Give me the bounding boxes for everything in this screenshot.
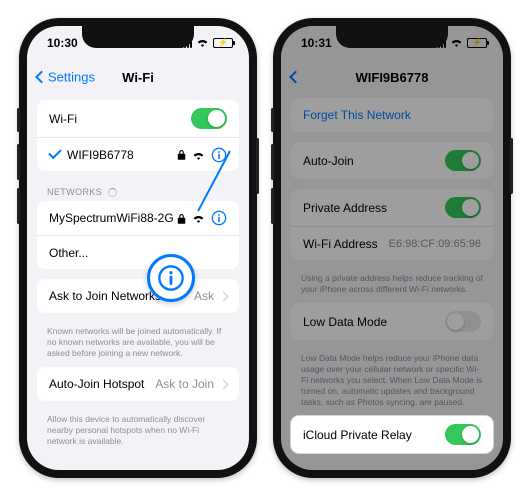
low-data-mode-toggle[interactable]: [445, 311, 481, 332]
back-button[interactable]: Settings: [37, 70, 95, 85]
wifi-toggle[interactable]: [191, 108, 227, 129]
ask-to-join-row[interactable]: Ask to Join Networks Ask: [37, 279, 239, 313]
networks-header: NETWORKS: [27, 181, 249, 201]
other-network-row[interactable]: Other...: [37, 235, 239, 269]
ask-to-join-footnote: Known networks will be joined automatica…: [27, 323, 249, 367]
wifi-status-icon: [450, 36, 463, 50]
private-relay-footnote: Private Relay prevents networks from mon…: [281, 463, 503, 468]
nav-bar: WIFI9B6778: [281, 60, 503, 94]
auto-join-hotspot-footnote: Allow this device to automatically disco…: [27, 411, 249, 455]
available-ssid: MySpectrumWiFi88-2G: [49, 211, 174, 225]
wifi-signal-icon: [192, 213, 205, 223]
back-label: Settings: [48, 70, 95, 85]
forget-network-label: Forget This Network: [303, 108, 411, 122]
info-icon-callout: [147, 254, 195, 302]
auto-join-toggle[interactable]: [445, 150, 481, 171]
low-data-mode-row[interactable]: Low Data Mode: [291, 303, 493, 340]
status-time: 10:30: [47, 36, 78, 50]
left-phone: 10:30 ⚡ Settings Wi-Fi: [19, 18, 257, 478]
spinner-icon: [108, 188, 117, 197]
chevron-left-icon: [289, 71, 302, 84]
battery-icon: ⚡: [213, 38, 233, 48]
page-title: Wi-Fi: [122, 70, 154, 85]
info-icon[interactable]: [211, 210, 227, 226]
low-data-mode-footnote: Low Data Mode helps reduce your iPhone d…: [281, 350, 503, 416]
auto-join-label: Auto-Join: [303, 154, 354, 168]
other-label: Other...: [49, 246, 88, 260]
lock-icon: [177, 149, 186, 160]
connected-ssid: WIFI9B6778: [67, 148, 134, 162]
wifi-address-value: E6:98:CF:09:65:96: [389, 238, 481, 250]
auto-join-hotspot-label: Auto-Join Hotspot: [49, 377, 144, 391]
private-address-footnote: Using a private address helps reduce tra…: [281, 270, 503, 303]
ask-to-join-label: Ask to Join Networks: [49, 289, 161, 303]
notch: [336, 26, 448, 48]
icloud-private-relay-toggle[interactable]: [445, 424, 481, 445]
private-address-row[interactable]: Private Address: [291, 189, 493, 226]
wifi-status-icon: [196, 36, 209, 50]
icloud-private-relay-label: iCloud Private Relay: [303, 428, 412, 442]
auto-join-hotspot-value: Ask to Join: [155, 377, 214, 391]
forget-network-row[interactable]: Forget This Network: [291, 98, 493, 132]
wifi-address-row: Wi-Fi Address E6:98:CF:09:65:96: [291, 226, 493, 260]
auto-join-hotspot-row[interactable]: Auto-Join Hotspot Ask to Join: [37, 367, 239, 401]
battery-icon: ⚡: [467, 38, 487, 48]
wifi-signal-icon: [192, 150, 205, 160]
wifi-toggle-row[interactable]: Wi-Fi: [37, 100, 239, 137]
nav-bar: Settings Wi-Fi: [27, 60, 249, 94]
auto-join-row[interactable]: Auto-Join: [291, 142, 493, 179]
icloud-private-relay-row[interactable]: iCloud Private Relay: [291, 416, 493, 453]
chevron-right-icon: [219, 291, 229, 301]
connected-network-row[interactable]: WIFI9B6778: [37, 137, 239, 171]
chevron-right-icon: [219, 379, 229, 389]
low-data-mode-label: Low Data Mode: [303, 315, 387, 329]
notch: [82, 26, 194, 48]
private-address-label: Private Address: [303, 201, 387, 215]
available-network-row[interactable]: MySpectrumWiFi88-2G: [37, 201, 239, 235]
ask-to-join-value: Ask: [194, 289, 214, 303]
status-time: 10:31: [301, 36, 332, 50]
wifi-label: Wi-Fi: [49, 112, 77, 126]
private-address-toggle[interactable]: [445, 197, 481, 218]
wifi-address-label: Wi-Fi Address: [303, 237, 378, 251]
checkmark-icon: [48, 146, 61, 159]
lock-icon: [177, 213, 186, 224]
page-title: WIFI9B6778: [356, 70, 429, 85]
back-button[interactable]: [291, 73, 300, 82]
chevron-left-icon: [35, 71, 48, 84]
right-phone: 10:31 ⚡ WIFI9B6778 Forget T: [273, 18, 511, 478]
